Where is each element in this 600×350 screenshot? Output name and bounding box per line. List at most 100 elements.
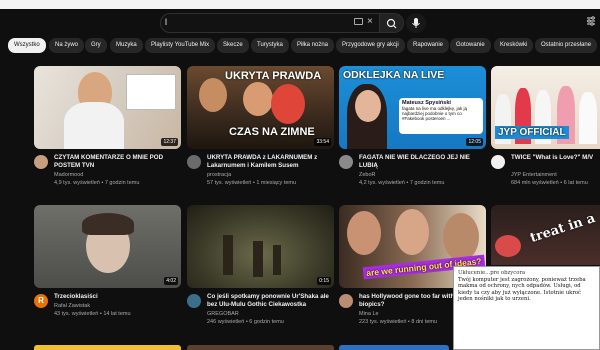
chip-sketches[interactable]: Skecze [217,38,249,53]
channel-avatar[interactable] [34,155,48,169]
upload-age: 6 godzin temu [249,319,284,325]
channel-name[interactable]: prostracja [207,172,231,178]
chip-all[interactable]: Wszystko [8,38,46,53]
video-meta: 4,9 tys. wyświetleń • 7 godzin temu [54,180,140,186]
video-duration: 33:54 [314,138,331,146]
channel-avatar[interactable] [339,155,353,169]
upload-age: 1 miesiący temu [256,180,297,186]
chip-live[interactable]: Na żywo [49,38,85,53]
channel-avatar[interactable] [187,155,201,169]
channel-name[interactable]: GREGOBAR [207,311,239,317]
video-title[interactable]: TWICE "What is Love?" M/V [511,154,600,162]
video-meta: 57 tys. wyświetleń • 1 miesiący temu [207,180,297,186]
video-meta: 684 mln wyświetleń • 6 lat temu [511,180,588,186]
video-meta: 223 tys. wyświetleń • 8 dni temu [359,319,438,325]
view-count: 223 tys. wyświetleń [359,319,407,325]
video-thumbnail-partial[interactable] [34,345,181,350]
channel-name[interactable]: ZeboR [359,172,376,178]
thumbnail-text-top: UKRYTA PRAWDA [225,70,322,82]
chip-action-adventure[interactable]: Przygodowe gry akcji [336,38,405,53]
chip-cartoons[interactable]: Kreskówki [494,38,534,53]
video-title[interactable]: Trzecioklasiści [54,293,180,301]
video-meta: 4,2 tys. wyświetleń • 7 godzin temu [359,180,445,186]
voice-search-button[interactable] [406,13,426,33]
channel-name[interactable]: Mina Le [359,311,379,317]
search-box[interactable]: l × [160,13,380,33]
view-count: 246 wyświetleń [207,319,245,325]
search-input[interactable]: l [165,17,167,27]
channel-name[interactable]: Rafał Zawistak [54,303,90,309]
video-thumbnail[interactable]: UKRYTA PRAWDA CZAS NA ZIMNE 33:54 [187,66,334,149]
chip-cooking[interactable]: Gotowanie [450,38,491,53]
clear-search-icon[interactable]: × [367,16,373,28]
view-count: 684 mln wyświetleń [511,180,559,186]
video-duration: 0:15 [317,277,331,285]
channel-avatar[interactable]: R [34,294,48,308]
upload-age: 14 lat temu [103,311,131,317]
person-hair [82,213,134,235]
video-thumbnail[interactable]: JYP OFFICIAL [491,66,600,149]
thumbnail-overlay-text: CZAS NA ZIMNE [229,126,315,138]
chip-music[interactable]: Muzyka [110,38,143,53]
game-character [273,245,281,275]
video-thumbnail-partial[interactable] [187,345,334,350]
video-duration: 4:02 [164,277,178,285]
comment-screenshot [126,74,176,110]
video-thumbnail[interactable]: ODKLEJKA NA LIVE Mateusz Spysiński fagat… [339,66,486,149]
upload-age: 6 lat temu [563,180,588,186]
video-duration: 12:37 [161,138,178,146]
channel-avatar[interactable] [339,294,353,308]
view-count: 4,9 tys. wyświetleń [54,180,100,186]
channel-avatar[interactable] [491,155,505,169]
view-count: 43 tys. wyświetleń [54,311,99,317]
video-title[interactable]: UKRYTA PRAWDA z LAKARNUMEM z Lakarnumem … [207,154,333,170]
video-title[interactable]: Co jeśli spotkamy ponownie Ur'Shaka ale … [207,293,333,309]
video-title[interactable]: CZYTAM KOMENTARZE O MNIE POD POSTEM TVN [54,154,180,170]
person-face [347,211,381,255]
tweet-text: fagata na live ma odklejkę, jak ją najba… [402,106,468,121]
thumbnail-overlay-text: treat in a [528,210,598,247]
channel-name[interactable]: JYP Entertainment [511,172,557,178]
tweet-card: Mateusz Spysiński fagata na live ma odkl… [399,98,483,134]
person-hair [271,84,305,124]
chip-youtube-mix[interactable]: Playlisty YouTube Mix [145,38,216,53]
person-face [443,213,479,261]
popup-body: Twój komputer jest zagrożony, ponieważ t… [458,276,586,303]
chip-rap[interactable]: Rapowanie [407,38,450,53]
video-thumbnail[interactable]: 0:15 [187,205,334,288]
game-character [223,235,233,275]
chip-recently-uploaded[interactable]: Ostatnio przesłane [535,38,598,53]
game-character [253,241,263,277]
settings-menu-icon[interactable] [586,16,596,26]
food-item [495,235,521,257]
browser-top-strip [0,0,600,9]
person-figure [243,82,273,116]
view-count: 4,2 tys. wyświetleń [359,180,405,186]
video-thumbnail[interactable]: 12:37 [34,66,181,149]
chip-tourism[interactable]: Turystyka [251,38,289,53]
person-shirt [64,102,124,149]
video-title[interactable]: FAGATA NIE WIE DLACZEGO JEJ NIE LUBIĄ [359,154,485,170]
video-thumbnail[interactable]: treat in a [491,205,600,265]
upload-age: 8 dni temu [411,319,438,325]
video-thumbnail-partial[interactable] [339,345,449,350]
search-icon [386,18,397,29]
chip-football[interactable]: Piłka nożna [291,38,335,53]
video-meta: 43 tys. wyświetleń • 14 lat temu [54,311,131,317]
view-count: 57 tys. wyświetleń [207,180,252,186]
channel-name[interactable]: Madormood [54,172,83,178]
thumbnail-overlay-text: JYP OFFICIAL [495,126,569,139]
person-face [355,90,381,122]
person-figure [579,92,597,144]
channel-avatar[interactable] [187,294,201,308]
search-button[interactable] [380,13,404,33]
person-figure [199,78,227,112]
video-meta: 246 wyświetleń • 6 godzin temu [207,319,284,325]
video-duration: 12:05 [466,138,483,146]
person-face [395,209,429,255]
popup-overlay: Ukłucenie...pre obzycora Twój komputer j… [453,266,600,350]
chip-games[interactable]: Gry [85,38,107,53]
video-thumbnail[interactable]: 4:02 [34,205,181,288]
keyboard-icon[interactable] [354,18,363,25]
filter-chips-bar: Wszystko Na żywo Gry Muzyka Playlisty Yo… [0,38,600,54]
